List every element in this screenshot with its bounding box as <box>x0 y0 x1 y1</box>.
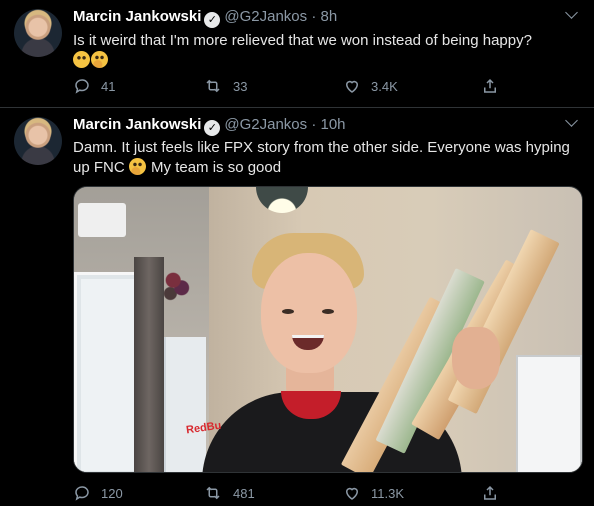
person-face <box>261 253 357 373</box>
separator-dot: · <box>311 116 317 133</box>
tweet-text-body: Is it weird that I'm more relieved that … <box>73 32 532 49</box>
tweet-photo[interactable]: RedBu <box>73 186 583 473</box>
avatar[interactable] <box>14 9 62 57</box>
handle[interactable]: @G2Jankos <box>224 8 307 25</box>
share-button[interactable] <box>481 484 499 502</box>
retweet-button[interactable]: 481 <box>203 484 255 502</box>
timestamp[interactable]: 8h <box>321 8 338 25</box>
air-conditioner <box>78 203 126 237</box>
handle[interactable]: @G2Jankos <box>224 116 307 133</box>
tweet[interactable]: Marcin Jankowski ✓ @G2Jankos · 8h Is it we… <box>0 0 594 108</box>
retweet-button[interactable]: 33 <box>203 77 247 95</box>
tweet-text: Damn. It just feels like FPX story from … <box>73 138 581 178</box>
like-button[interactable]: 11.3K <box>343 484 404 502</box>
chevron-down-icon[interactable] <box>565 114 578 127</box>
reply-icon <box>75 79 89 94</box>
tweet[interactable]: Marcin Jankowski ✓ @G2Jankos · 10h Damn. I… <box>0 108 594 506</box>
reply-count: 120 <box>101 485 123 501</box>
like-icon <box>345 487 359 500</box>
like-icon <box>345 80 359 93</box>
reply-button[interactable]: 41 <box>73 77 115 95</box>
display-name[interactable]: Marcin Jankowski <box>73 116 201 133</box>
tweet-header: Marcin Jankowski ✓ @G2Jankos · 8h <box>73 8 337 28</box>
separator-dot: · <box>311 8 317 25</box>
grinning-sweat-emoji-icon <box>73 51 90 68</box>
like-button[interactable]: 3.4K <box>343 77 398 95</box>
reply-button[interactable]: 120 <box>73 484 123 502</box>
retweet-icon <box>206 486 220 500</box>
timestamp[interactable]: 10h <box>321 116 346 133</box>
tweet-header: Marcin Jankowski ✓ @G2Jankos · 10h <box>73 116 346 136</box>
retweet-count: 481 <box>233 485 255 501</box>
curtain <box>134 257 164 472</box>
person-eye <box>282 309 294 314</box>
display-name[interactable]: Marcin Jankowski <box>73 8 201 25</box>
like-count: 11.3K <box>371 485 405 501</box>
tweet-text-part2: My team is so good <box>151 159 282 176</box>
retweet-icon <box>206 79 220 93</box>
plant <box>162 265 190 303</box>
thinking-face-emoji-icon <box>128 158 146 175</box>
reply-icon <box>75 486 89 501</box>
ceiling-lamp <box>256 187 308 213</box>
share-icon <box>484 78 496 93</box>
whiteboard <box>516 355 582 472</box>
person-hand <box>452 327 500 389</box>
retweet-count: 33 <box>233 78 248 94</box>
verified-badge-icon: ✓ <box>204 120 221 136</box>
verified-badge-icon: ✓ <box>204 12 221 28</box>
reply-count: 41 <box>101 78 116 94</box>
thinking-face-emoji-icon <box>91 51 108 68</box>
share-button[interactable] <box>481 77 499 95</box>
person-eye <box>322 309 334 314</box>
like-count: 3.4K <box>371 78 398 94</box>
tweet-text-part1: Damn. It just feels like FPX story from … <box>73 139 570 176</box>
avatar[interactable] <box>14 117 62 165</box>
tweet-text: Is it weird that I'm more relieved that … <box>73 31 581 71</box>
door <box>164 337 206 472</box>
chevron-down-icon[interactable] <box>565 6 578 19</box>
share-icon <box>484 485 496 500</box>
